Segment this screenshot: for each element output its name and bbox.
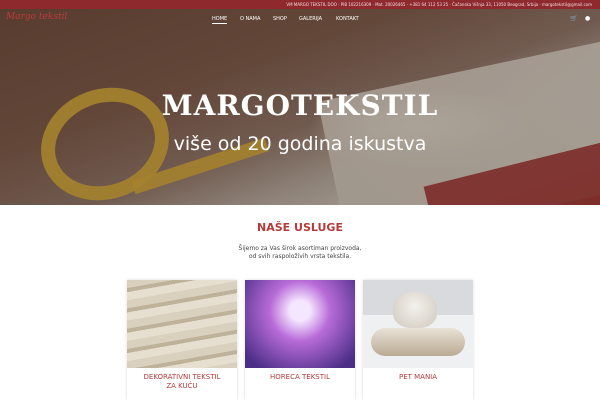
company-info: VM MARGO TEKSTIL DOO · PIB 102216309 · M… <box>286 2 592 7</box>
nav-item-kontakt[interactable]: KONTAKT <box>336 15 359 23</box>
hero-subtitle: više od 20 godina iskustva <box>173 133 427 155</box>
card-label-line-1: PET MANIA <box>398 373 438 381</box>
services-intro-line-2: od svih raspoloživih vrsta tekstila. <box>248 253 352 260</box>
nav-item-home[interactable]: HOME <box>212 15 228 24</box>
card-label-line-2: ZA KUĆU <box>166 382 198 390</box>
top-info-bar: VM MARGO TEKSTIL DOO · PIB 102216309 · M… <box>0 0 600 9</box>
services-title: NAŠE USLUGE <box>257 221 343 234</box>
hero-banner: MARGOTEKSTIL više od 20 godina iskustva <box>0 9 600 205</box>
card-label-line-1: HORECA TEKSTIL <box>270 373 330 381</box>
hero-title: MARGOTEKSTIL <box>161 89 439 122</box>
pet-mania-image <box>363 280 473 368</box>
nav-item-o-nama[interactable]: O NAMA <box>240 15 260 23</box>
services-intro: Šijemo za Vas širok asortiman proizvoda,… <box>0 245 600 261</box>
service-card-horeca[interactable]: HORECA TEKSTIL <box>245 280 355 400</box>
shopping-cart-icon[interactable]: 🛒 <box>570 16 577 22</box>
nav-item-shop[interactable]: SHOP <box>273 15 287 23</box>
horeca-textile-image <box>245 280 355 368</box>
decorative-textile-image <box>127 280 237 368</box>
services-intro-line-1: Šijemo za Vas širok asortiman proizvoda, <box>238 245 362 252</box>
card-label: DEKORATIVNI TEKSTIL ZA KUĆU <box>127 368 237 391</box>
main-nav: HOME O NAMA SHOP GALERIJA KONTAKT <box>0 15 600 27</box>
card-label: HORECA TEKSTIL <box>245 368 355 382</box>
card-label-line-1: DEKORATIVNI TEKSTIL <box>143 373 221 381</box>
dog-image <box>393 292 437 328</box>
dog-bed-image <box>371 328 465 356</box>
service-card-pet-mania[interactable]: PET MANIA <box>363 280 473 400</box>
user-icon[interactable]: ● <box>585 16 592 22</box>
nav-item-galerija[interactable]: GALERIJA <box>299 15 322 23</box>
card-label: PET MANIA <box>363 368 473 382</box>
service-card-decorative[interactable]: DEKORATIVNI TEKSTIL ZA KUĆU <box>127 280 237 400</box>
